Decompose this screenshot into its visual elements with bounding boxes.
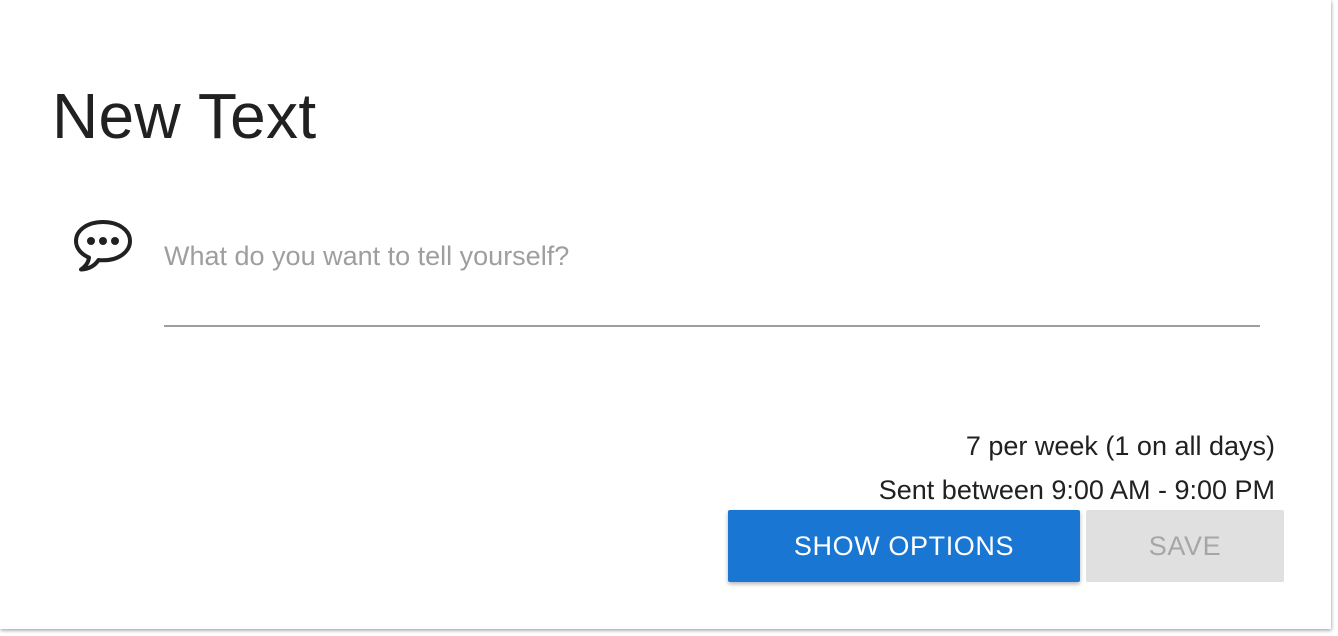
message-input[interactable] (164, 228, 1260, 284)
frequency-text: 7 per week (1 on all days) (965, 431, 1275, 461)
new-text-card: New Text 7 per week (1 on all days) Sent… (0, 0, 1331, 629)
message-input-underline (164, 325, 1260, 327)
page-title: New Text (52, 80, 317, 152)
show-options-button[interactable]: SHOW OPTIONS (728, 510, 1080, 582)
schedule-summary: 7 per week (1 on all days) Sent between … (879, 424, 1275, 512)
save-button[interactable]: SAVE (1086, 510, 1284, 582)
time-window-text: Sent between 9:00 AM - 9:00 PM (878, 475, 1275, 505)
speech-bubble-icon (72, 218, 134, 272)
message-field (164, 228, 1260, 328)
